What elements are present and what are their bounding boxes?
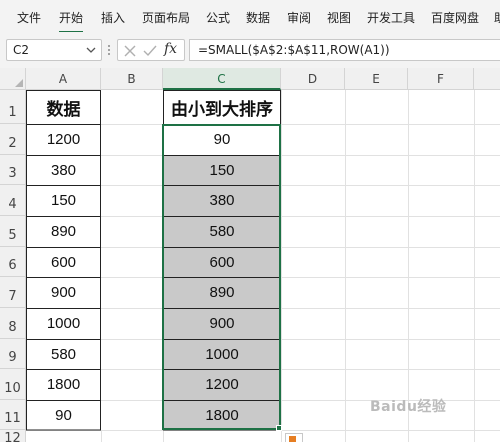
menu-help[interactable]: 助 <box>494 9 500 26</box>
cell-c5[interactable]: 580 <box>163 216 281 247</box>
more-dots-icon[interactable] <box>106 42 112 58</box>
column-header-e[interactable]: E <box>345 68 408 90</box>
menu-baidu-netdisk[interactable]: 百度网盘 <box>431 9 479 26</box>
row-header-9[interactable]: 9 <box>0 339 26 369</box>
formula-bar: C2 fx =SMALL($A$2:$A$11,ROW(A1)) <box>0 32 500 68</box>
cell-c2[interactable]: 90 <box>163 124 281 155</box>
ribbon-menu-bar: 文件 开始 插入 页面布局 公式 数据 审阅 视图 开发工具 百度网盘 助 <box>0 0 500 32</box>
row-header-2[interactable]: 2 <box>0 124 26 155</box>
cell-a7[interactable]: 900 <box>26 277 101 308</box>
cell-a1[interactable]: 数据 <box>26 90 101 124</box>
row-header-10[interactable]: 10 <box>0 369 26 400</box>
fill-handle[interactable] <box>276 425 282 431</box>
cell-a2[interactable]: 1200 <box>26 124 101 155</box>
cancel-icon[interactable] <box>122 43 138 59</box>
cell-a9[interactable]: 580 <box>26 339 101 369</box>
menu-formulas[interactable]: 公式 <box>206 9 230 26</box>
cell-a3[interactable]: 380 <box>26 155 101 185</box>
cell-c8[interactable]: 900 <box>163 308 281 339</box>
formula-text: =SMALL($A$2:$A$11,ROW(A1)) <box>198 43 390 57</box>
chevron-down-icon[interactable] <box>85 42 97 58</box>
cell-c1[interactable]: 由小到大排序 <box>163 90 281 124</box>
row-header-3[interactable]: 3 <box>0 155 26 185</box>
cell-a6[interactable]: 600 <box>26 247 101 277</box>
cell-c3[interactable]: 150 <box>163 155 281 185</box>
name-box[interactable]: C2 <box>6 39 102 61</box>
cell-a5[interactable]: 890 <box>26 216 101 247</box>
row-header-4[interactable]: 4 <box>0 185 26 216</box>
cell-c6[interactable]: 600 <box>163 247 281 277</box>
column-header-g[interactable] <box>474 68 500 90</box>
cell-c9[interactable]: 1000 <box>163 339 281 369</box>
formula-input[interactable]: =SMALL($A$2:$A$11,ROW(A1)) <box>189 39 500 61</box>
column-header-d[interactable]: D <box>281 68 345 90</box>
column-header-a[interactable]: A <box>26 68 101 90</box>
cell-c11[interactable]: 1800 <box>163 400 281 430</box>
cell-a10[interactable]: 1800 <box>26 369 101 400</box>
column-header-f[interactable]: F <box>408 68 474 90</box>
menu-developer[interactable]: 开发工具 <box>367 9 415 26</box>
select-all-corner[interactable] <box>0 68 26 90</box>
name-box-value: C2 <box>13 43 30 57</box>
row-header-6[interactable]: 6 <box>0 247 26 277</box>
quick-analysis-icon[interactable] <box>285 433 303 442</box>
menu-view[interactable]: 视图 <box>327 9 351 26</box>
cell-a8[interactable]: 1000 <box>26 308 101 339</box>
row-header-1[interactable]: 1 <box>0 90 26 124</box>
cell-c10[interactable]: 1200 <box>163 369 281 400</box>
cell-a11[interactable]: 90 <box>26 400 101 430</box>
menu-insert[interactable]: 插入 <box>101 9 125 26</box>
row-header-7[interactable]: 7 <box>0 277 26 308</box>
row-header-8[interactable]: 8 <box>0 308 26 339</box>
row-header-12[interactable]: 12 <box>0 430 26 442</box>
menu-file[interactable]: 文件 <box>17 9 41 26</box>
formula-actions: fx <box>117 39 185 61</box>
watermark: Baidu经验 <box>370 399 447 415</box>
menu-data[interactable]: 数据 <box>246 9 270 26</box>
menu-review[interactable]: 审阅 <box>287 9 311 26</box>
menu-page-layout[interactable]: 页面布局 <box>142 9 190 26</box>
menu-home[interactable]: 开始 <box>59 9 84 32</box>
row-header-5[interactable]: 5 <box>0 216 26 247</box>
cell-c7[interactable]: 890 <box>163 277 281 308</box>
cell-a4[interactable]: 150 <box>26 185 101 216</box>
cell-c4[interactable]: 380 <box>163 185 281 216</box>
column-header-c[interactable]: C <box>163 68 281 90</box>
confirm-check-icon[interactable] <box>142 43 158 59</box>
row-header-11[interactable]: 11 <box>0 400 26 430</box>
insert-function-fx-icon[interactable]: fx <box>164 41 177 57</box>
column-header-b[interactable]: B <box>101 68 163 90</box>
